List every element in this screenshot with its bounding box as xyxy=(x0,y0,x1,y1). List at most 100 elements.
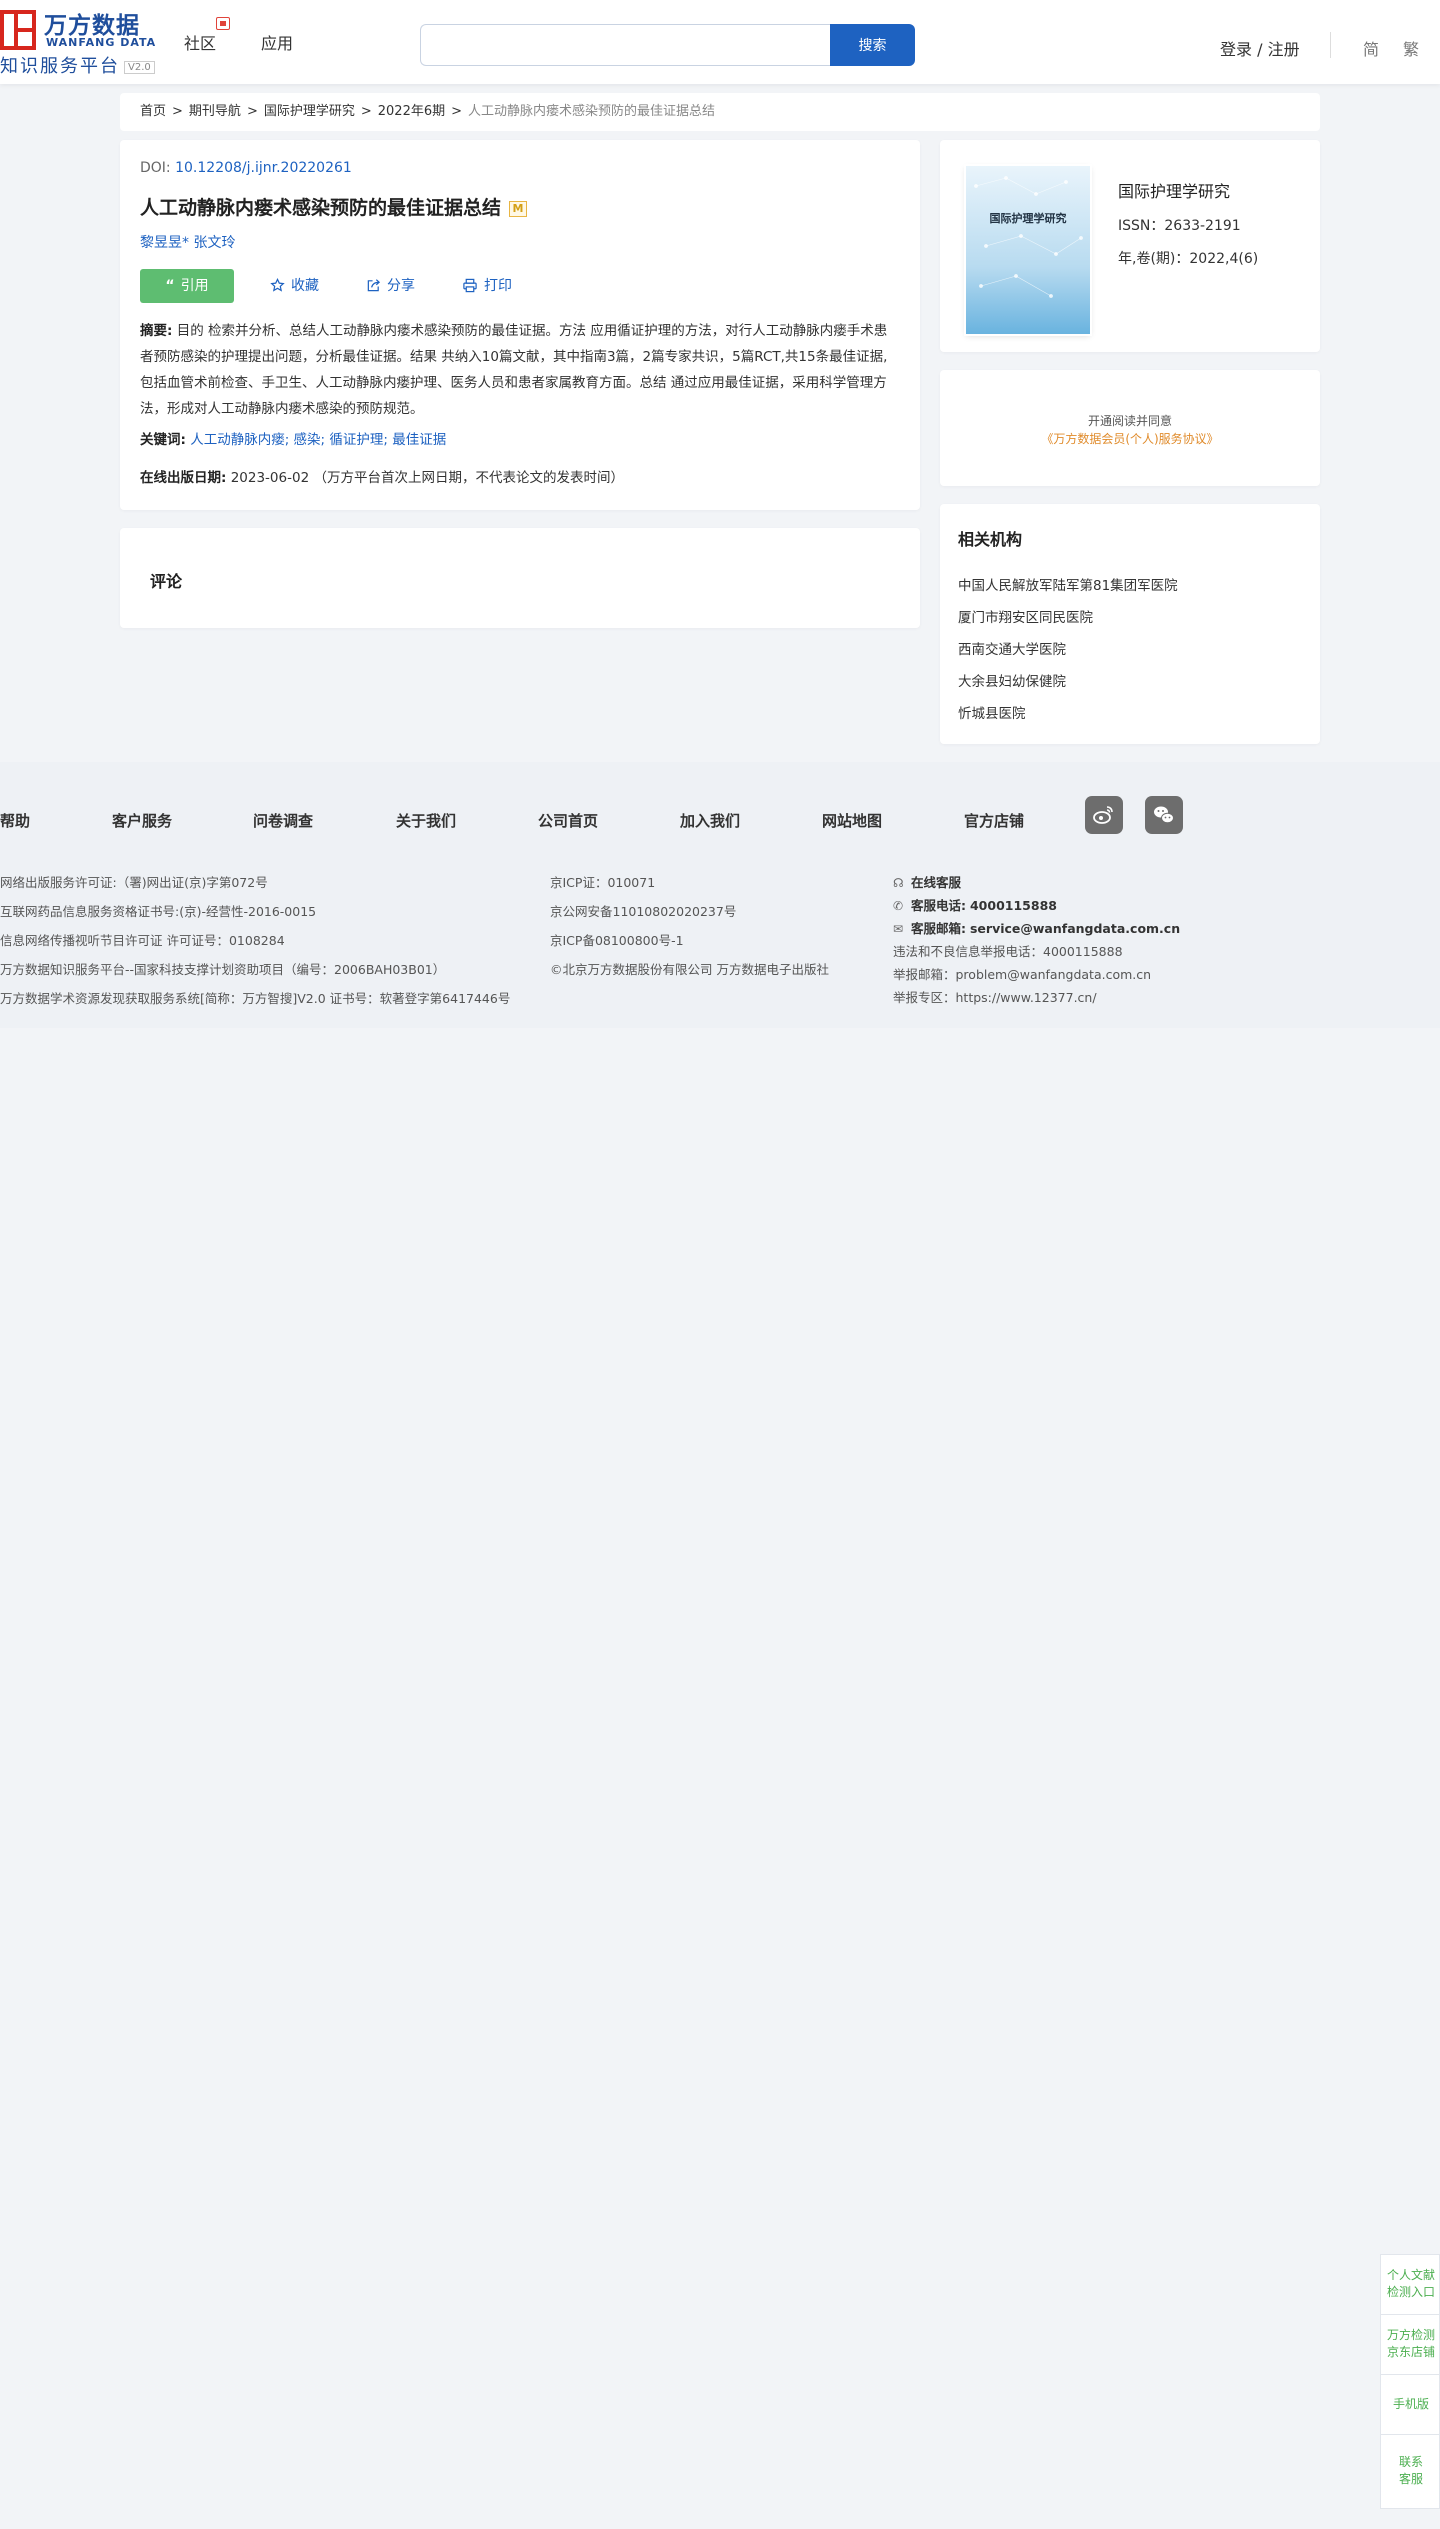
breadcrumb-separator: > xyxy=(246,104,258,119)
float-contact-service[interactable]: 联系 客服 xyxy=(1381,2435,1440,2508)
report-zone-link[interactable]: 举报专区：https://www.12377.cn/ xyxy=(893,987,1097,1006)
institution-item[interactable]: 西南交通大学医院 xyxy=(958,634,1178,666)
quote-icon: “ xyxy=(165,278,175,294)
pubdate-value: 2023-06-02 （万方平台首次上网日期，不代表论文的发表时间） xyxy=(230,470,624,486)
member-agreement-link[interactable]: 《万方数据会员(个人)服务协议》 xyxy=(940,430,1320,447)
lang-simplified-button[interactable]: 简 xyxy=(1363,36,1379,60)
abstract-label: 摘要: xyxy=(140,323,173,339)
float-label: 京东店铺 xyxy=(1386,2345,1435,2359)
login-register-link[interactable]: 登录 / 注册 xyxy=(1220,36,1300,60)
footer-link-company-home[interactable]: 公司首页 xyxy=(538,810,598,831)
headset-icon: ☊ xyxy=(893,876,904,890)
logo-version: V2.0 xyxy=(124,60,155,74)
breadcrumb-separator: > xyxy=(360,104,372,119)
service-email-label: 客服邮箱: xyxy=(911,921,966,936)
footer-link-about[interactable]: 关于我们 xyxy=(396,810,456,831)
wechat-glyph-icon xyxy=(1154,806,1174,824)
institutions-title: 相关机构 xyxy=(958,530,1023,549)
search-button[interactable]: 搜索 xyxy=(830,24,915,66)
wechat-icon[interactable] xyxy=(1145,796,1183,834)
footer-license: 万方数据学术资源发现获取服务系统[简称：万方智搜]V2.0 证书号：软著登字第6… xyxy=(0,991,511,1006)
float-mobile[interactable]: 手机版 xyxy=(1381,2375,1440,2435)
institution-item[interactable]: 中国人民解放军陆军第81集团军医院 xyxy=(958,570,1178,602)
logo-cn-text: 万方数据 xyxy=(44,13,140,39)
keywords-links[interactable]: 人工动静脉内瘘; 感染; 循证护理; 最佳证据 xyxy=(190,432,446,448)
service-phone-value: 4000115888 xyxy=(969,898,1057,913)
cover-pattern-icon xyxy=(974,176,1083,298)
lang-traditional-button[interactable]: 繁 xyxy=(1403,36,1419,60)
star-icon xyxy=(270,277,285,292)
footer-icp-link[interactable]: 京公网安备11010802020237号 xyxy=(550,901,736,920)
breadcrumb-journal[interactable]: 国际护理学研究 xyxy=(264,104,355,119)
footer-icp-link[interactable]: 京ICP证：010071 xyxy=(550,872,655,891)
float-plagiarism-check[interactable]: 个人文献 检测入口 xyxy=(1381,2255,1440,2315)
float-label: 客服 xyxy=(1398,2472,1423,2486)
print-label: 打印 xyxy=(484,278,512,294)
institution-list: 中国人民解放军陆军第81集团军医院 厦门市翔安区同民医院 西南交通大学医院 大余… xyxy=(958,570,1178,730)
institution-item[interactable]: 忻城县医院 xyxy=(958,698,1178,730)
institution-item[interactable]: 厦门市翔安区同民医院 xyxy=(958,602,1178,634)
comment-card: 评论 xyxy=(120,528,920,628)
float-label: 联系 xyxy=(1398,2455,1423,2469)
favorite-label: 收藏 xyxy=(291,278,319,294)
weibo-glyph-icon xyxy=(1093,806,1113,824)
pubdate-label: 在线出版日期: xyxy=(140,470,227,486)
share-button[interactable]: 分享 xyxy=(366,269,415,303)
nav-apps[interactable]: 应用 xyxy=(261,30,293,54)
online-service-link[interactable]: ☊ 在线客服 xyxy=(893,872,961,891)
footer-link-official-store[interactable]: 官方店铺 xyxy=(964,810,1024,831)
institution-item[interactable]: 大余县妇幼保健院 xyxy=(958,666,1178,698)
site-logo[interactable]: 万方数据 WANFANG DATA 知识服务平台 V2.0 xyxy=(0,6,160,77)
logo-subtitle: 知识服务平台 V2.0 xyxy=(0,52,155,78)
doi-link[interactable]: 10.12208/j.ijnr.20220261 xyxy=(175,160,352,176)
footer-icp-link[interactable]: 京ICP备08100800号-1 xyxy=(550,930,684,949)
print-button[interactable]: 打印 xyxy=(462,269,512,303)
journal-name-link[interactable]: 国际护理学研究 xyxy=(1118,178,1230,202)
printer-icon xyxy=(463,278,477,293)
author-link[interactable]: 黎昱昱* xyxy=(140,235,189,251)
search-input[interactable] xyxy=(420,24,830,66)
nav-community[interactable]: 社区 xyxy=(184,30,216,54)
logo-en-text: WANFANG DATA xyxy=(46,36,157,49)
breadcrumb-issue[interactable]: 2022年6期 xyxy=(378,104,445,119)
related-institutions-card: 相关机构 中国人民解放军陆军第81集团军医院 厦门市翔安区同民医院 西南交通大学… xyxy=(940,504,1320,744)
author-link[interactable]: 张文玲 xyxy=(193,235,235,251)
journal-info-card: 国际护理学研究 国际护理学研究 ISSN：2633-2191 年,卷(期)：20… xyxy=(940,140,1320,352)
footer-copyright: ©北京万方数据股份有限公司 万方数据电子出版社 xyxy=(550,962,829,977)
article-title: 人工动静脉内瘘术感染预防的最佳证据总结 M xyxy=(140,193,528,220)
abstract: 摘要: 目的 检索并分析、总结人工动静脉内瘘术感染预防的最佳证据。方法 应用循证… xyxy=(140,318,900,422)
float-jd-store[interactable]: 万方检测 京东店铺 xyxy=(1381,2315,1440,2375)
footer-license: 互联网药品信息服务资格证书号:(京)-经营性-2016-0015 xyxy=(0,904,317,919)
footer-link-customer-service[interactable]: 客户服务 xyxy=(112,810,172,831)
footer-link-sitemap[interactable]: 网站地图 xyxy=(822,810,882,831)
access-card: 开通阅读并同意 《万方数据会员(个人)服务协议》 xyxy=(940,370,1320,486)
cite-button[interactable]: “ 引用 xyxy=(140,269,234,303)
m-badge-icon: M xyxy=(509,200,528,217)
cite-label: 引用 xyxy=(180,278,209,294)
breadcrumb-home[interactable]: 首页 xyxy=(140,104,166,119)
breadcrumb: 首页 > 期刊导航 > 国际护理学研究 >2022年6期 > 人工动静脉内瘘术感染预防的最佳证… xyxy=(120,93,1320,131)
breadcrumb-separator: > xyxy=(451,104,463,119)
site-footer: 帮助 客户服务 问卷调查 关于我们 公司首页 加入我们 网站地图 官方店铺 网络… xyxy=(0,762,1440,1028)
journal-cover-image[interactable]: 国际护理学研究 xyxy=(966,166,1090,334)
breadcrumb-journal-nav[interactable]: 期刊导航 xyxy=(189,104,241,119)
service-phone-label: 客服电话: xyxy=(911,898,966,913)
footer-link-help[interactable]: 帮助 xyxy=(0,810,30,831)
footer-link-survey[interactable]: 问卷调查 xyxy=(253,810,313,831)
float-label: 万方检测 xyxy=(1386,2328,1435,2342)
footer-link-join-us[interactable]: 加入我们 xyxy=(680,810,740,831)
service-phone: ✆ 客服电话: 4000115888 xyxy=(893,895,1057,914)
doi-line: DOI: 10.12208/j.ijnr.20220261 xyxy=(140,160,352,176)
cover-title: 国际护理学研究 xyxy=(989,212,1067,225)
footer-license: 万方数据知识服务平台--国家科技支撑计划资助项目（编号：2006BAH03B01… xyxy=(0,962,446,977)
journal-issn: ISSN：2633-2191 xyxy=(1118,218,1241,234)
mail-icon: ✉ xyxy=(893,922,904,936)
weibo-icon[interactable] xyxy=(1085,796,1123,834)
header-divider xyxy=(1330,32,1331,58)
doi-label: DOI: xyxy=(140,160,171,176)
logo-subtitle-text: 知识服务平台 xyxy=(0,56,120,77)
breadcrumb-separator: > xyxy=(172,104,183,119)
breadcrumb-current: 人工动静脉内瘘术感染预防的最佳证据总结 xyxy=(468,104,716,119)
share-label: 分享 xyxy=(387,278,415,294)
favorite-button[interactable]: 收藏 xyxy=(270,269,319,303)
